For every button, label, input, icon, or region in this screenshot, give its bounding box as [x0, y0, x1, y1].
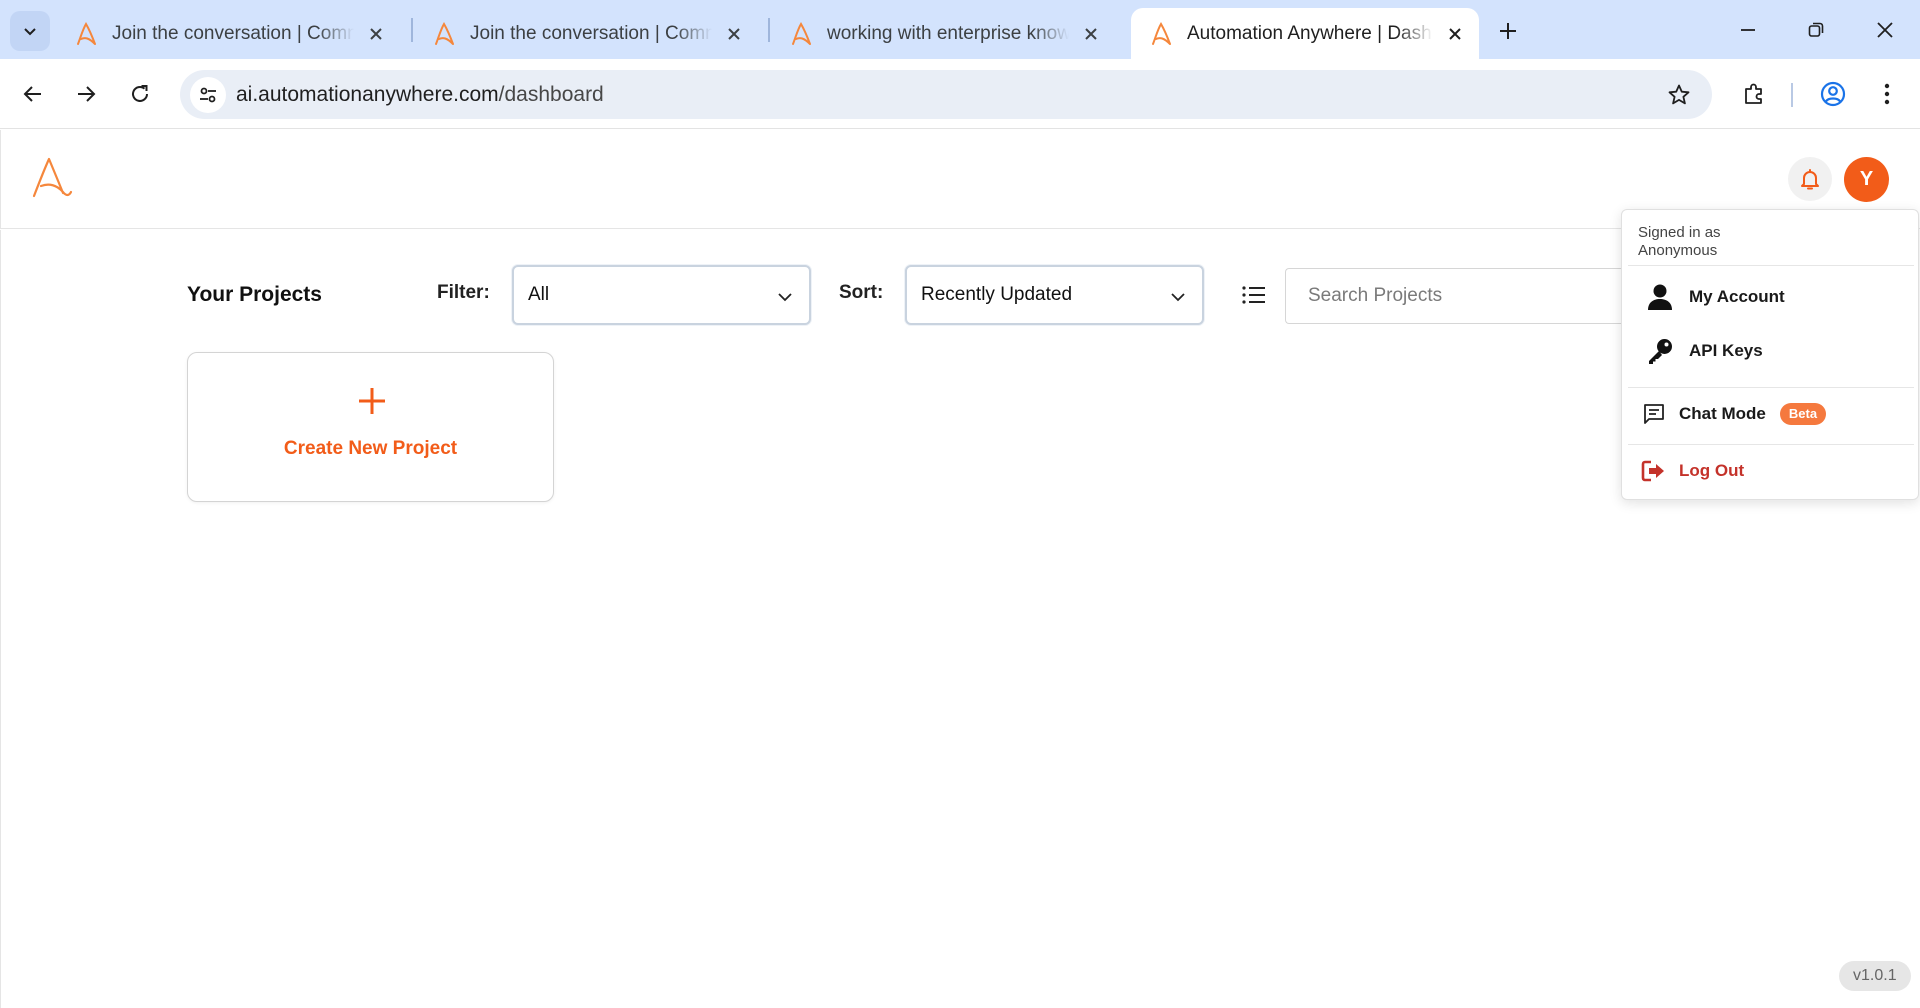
signed-in-label: Signed in as: [1638, 224, 1721, 241]
person-icon: [1645, 282, 1675, 312]
bell-icon: [1801, 169, 1819, 190]
address-bar[interactable]: ai.automationanywhere.com/dashboard: [180, 70, 1712, 119]
signed-in-username: Anonymous: [1638, 242, 1718, 259]
menu-item-log-out[interactable]: Log Out: [1622, 447, 1918, 495]
sort-label: Sort:: [839, 282, 884, 303]
extensions-button[interactable]: [1735, 75, 1773, 113]
automation-anywhere-favicon-icon: [77, 21, 96, 45]
signed-in-info: Signed in as Anonymous: [1638, 224, 1721, 260]
filter-select[interactable]: All: [512, 265, 811, 325]
search-projects-input[interactable]: [1308, 285, 1608, 307]
notifications-button[interactable]: [1788, 157, 1832, 201]
chat-mode-label: Chat Mode: [1679, 404, 1766, 423]
key-icon: [1645, 336, 1675, 366]
close-icon[interactable]: [1079, 22, 1103, 46]
user-avatar-button[interactable]: Y: [1844, 157, 1889, 202]
chevron-down-icon: [1171, 293, 1185, 302]
tab-separator: [768, 18, 770, 42]
automation-anywhere-logo[interactable]: [29, 155, 75, 201]
tab-separator: [411, 18, 413, 42]
tab-search-button[interactable]: [10, 11, 50, 51]
back-button[interactable]: [12, 73, 54, 115]
sort-value: Recently Updated: [921, 284, 1073, 305]
close-window-button[interactable]: [1865, 10, 1905, 50]
create-new-project-card[interactable]: Create New Project: [187, 352, 554, 502]
browser-tab-2[interactable]: Join the conversation | Community: [414, 8, 758, 59]
puzzle-icon: [1745, 83, 1762, 104]
close-icon[interactable]: [364, 22, 388, 46]
more-vertical-icon: [1884, 83, 1890, 105]
url-path: /dashboard: [498, 83, 604, 106]
api-keys-label: API Keys: [1689, 341, 1763, 360]
filter-value: All: [528, 284, 550, 305]
my-account-label: My Account: [1689, 287, 1785, 306]
restore-button[interactable]: [1796, 10, 1836, 50]
tab-title: working with enterprise knowledge: [827, 22, 1069, 44]
close-icon: [1877, 22, 1893, 38]
automation-anywhere-favicon-icon: [792, 21, 811, 45]
logout-icon: [1639, 456, 1669, 486]
tab-title: Join the conversation | Community: [112, 22, 354, 44]
site-info-button[interactable]: [190, 77, 226, 113]
menu-item-my-account[interactable]: My Account: [1622, 273, 1918, 321]
arrow-right-icon: [78, 86, 96, 102]
create-new-project-label: Create New Project: [283, 438, 458, 459]
profile-button[interactable]: [1814, 75, 1852, 113]
tab-title: Join the conversation | Community: [470, 22, 712, 44]
menu-divider: [1628, 265, 1914, 266]
sort-select[interactable]: Recently Updated: [905, 265, 1204, 325]
chevron-down-icon: [778, 293, 792, 302]
minimize-button[interactable]: [1728, 10, 1768, 50]
star-icon: [1668, 84, 1690, 105]
arrow-left-icon: [23, 86, 41, 102]
search-projects-field[interactable]: [1285, 268, 1625, 324]
chat-icon: [1639, 399, 1669, 429]
browser-tab-1[interactable]: Join the conversation | Community: [56, 8, 400, 59]
tune-icon: [200, 87, 216, 103]
plus-icon: [1500, 23, 1516, 39]
browser-menu-button[interactable]: [1868, 75, 1906, 113]
log-out-label: Log Out: [1679, 461, 1745, 480]
menu-item-api-keys[interactable]: API Keys: [1622, 327, 1918, 375]
menu-divider: [1628, 387, 1914, 388]
reload-button[interactable]: [119, 73, 161, 115]
tab-title: Automation Anywhere | Dashboard: [1187, 22, 1433, 44]
account-circle-icon: [1820, 81, 1846, 107]
page-title: Your Projects: [187, 283, 322, 306]
plus-icon: [359, 388, 385, 414]
bookmark-button[interactable]: [1664, 80, 1694, 110]
close-icon[interactable]: [1443, 22, 1467, 46]
user-menu-dropdown: Signed in as Anonymous My Account API Ke…: [1621, 209, 1919, 500]
browser-tab-active[interactable]: Automation Anywhere | Dashboard: [1131, 8, 1479, 59]
new-tab-button[interactable]: [1490, 13, 1526, 49]
minimize-icon: [1741, 29, 1755, 31]
filter-label: Filter:: [437, 282, 490, 303]
list-icon: [1242, 286, 1265, 304]
restore-icon: [1808, 22, 1824, 37]
automation-anywhere-favicon-icon: [1152, 21, 1171, 45]
beta-badge: Beta: [1779, 403, 1827, 425]
automation-anywhere-favicon-icon: [435, 21, 454, 45]
chevron-down-icon: [24, 28, 36, 36]
menu-item-chat-mode[interactable]: Chat Mode Beta: [1622, 390, 1918, 438]
forward-button[interactable]: [65, 73, 107, 115]
list-view-toggle[interactable]: [1237, 280, 1271, 310]
browser-toolbar: ai.automationanywhere.com/dashboard: [0, 59, 1920, 129]
reload-icon: [132, 85, 148, 102]
browser-tab-3[interactable]: working with enterprise knowledge: [771, 8, 1115, 59]
toolbar-divider: [1791, 83, 1793, 107]
url-host: ai.automationanywhere.com: [236, 83, 499, 106]
url-text[interactable]: ai.automationanywhere.com/dashboard: [236, 83, 604, 107]
close-icon[interactable]: [722, 22, 746, 46]
menu-divider: [1628, 444, 1914, 445]
version-badge: v1.0.1: [1839, 961, 1911, 991]
browser-tabstrip: Join the conversation | Community Join t…: [0, 0, 1920, 59]
